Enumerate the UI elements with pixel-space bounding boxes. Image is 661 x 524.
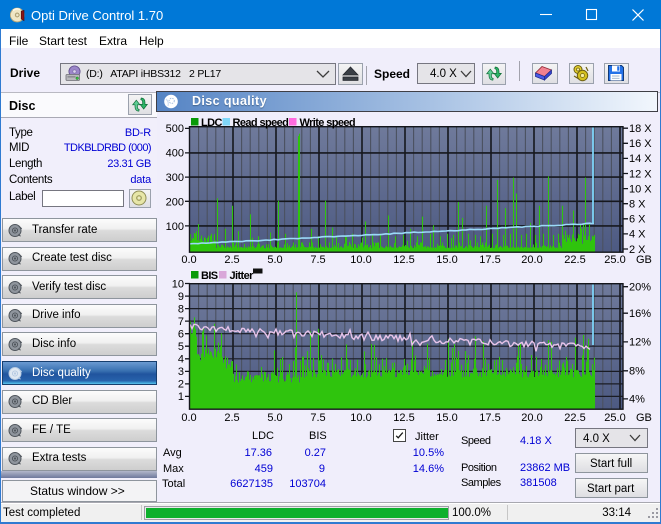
svg-text:12%: 12% [629, 337, 651, 349]
svg-text:22.5: 22.5 [564, 254, 585, 266]
svg-text:300: 300 [166, 172, 184, 184]
svg-text:7.5: 7.5 [310, 412, 325, 424]
svg-text:5: 5 [178, 341, 184, 353]
svg-text:4: 4 [178, 354, 184, 366]
svg-text:LDC: LDC [201, 117, 222, 129]
svg-text:18 X: 18 X [629, 123, 652, 135]
svg-text:7: 7 [178, 316, 184, 328]
svg-text:BIS: BIS [201, 270, 218, 282]
svg-text:2.5: 2.5 [224, 254, 239, 266]
svg-text:15.0: 15.0 [436, 412, 457, 424]
svg-text:25.0: 25.0 [604, 254, 625, 266]
svg-text:14 X: 14 X [629, 153, 652, 165]
svg-text:7.5: 7.5 [310, 254, 325, 266]
svg-text:9: 9 [178, 291, 184, 303]
svg-text:12.5: 12.5 [393, 254, 414, 266]
svg-text:1: 1 [178, 391, 184, 403]
svg-text:6 X: 6 X [629, 214, 646, 226]
svg-text:Jitter: Jitter [230, 270, 255, 282]
svg-text:20.0: 20.0 [521, 254, 542, 266]
svg-text:8: 8 [178, 303, 184, 315]
svg-text:22.5: 22.5 [564, 412, 585, 424]
svg-text:2: 2 [178, 379, 184, 391]
svg-text:2.5: 2.5 [224, 412, 239, 424]
svg-text:25.0: 25.0 [604, 412, 625, 424]
svg-text:10.0: 10.0 [350, 412, 371, 424]
svg-text:5.0: 5.0 [267, 254, 282, 266]
svg-text:GB: GB [636, 254, 652, 266]
svg-text:20.0: 20.0 [521, 412, 542, 424]
svg-text:17.5: 17.5 [479, 412, 500, 424]
svg-text:GB: GB [636, 412, 652, 424]
svg-text:200: 200 [166, 197, 184, 209]
svg-text:16 X: 16 X [629, 138, 652, 150]
svg-text:20%: 20% [629, 282, 651, 294]
svg-text:10 X: 10 X [629, 183, 652, 195]
svg-text:0.0: 0.0 [181, 412, 196, 424]
svg-text:16%: 16% [629, 308, 651, 320]
svg-text:8 X: 8 X [629, 199, 646, 211]
svg-text:10: 10 [172, 278, 184, 290]
svg-text:6: 6 [178, 329, 184, 341]
svg-text:Write speed: Write speed [300, 117, 356, 129]
svg-text:3: 3 [178, 366, 184, 378]
svg-text:15.0: 15.0 [436, 254, 457, 266]
svg-text:400: 400 [166, 148, 184, 160]
svg-text:12.5: 12.5 [393, 412, 414, 424]
svg-text:100: 100 [166, 221, 184, 233]
svg-text:10.0: 10.0 [350, 254, 371, 266]
svg-text:4 X: 4 X [629, 229, 646, 241]
svg-text:Read speed: Read speed [233, 117, 289, 129]
svg-text:0.0: 0.0 [181, 254, 196, 266]
svg-text:500: 500 [166, 123, 184, 135]
svg-text:5.0: 5.0 [267, 412, 282, 424]
svg-text:12 X: 12 X [629, 168, 652, 180]
svg-text:4%: 4% [629, 394, 645, 406]
svg-text:17.5: 17.5 [479, 254, 500, 266]
svg-text:8%: 8% [629, 366, 645, 378]
